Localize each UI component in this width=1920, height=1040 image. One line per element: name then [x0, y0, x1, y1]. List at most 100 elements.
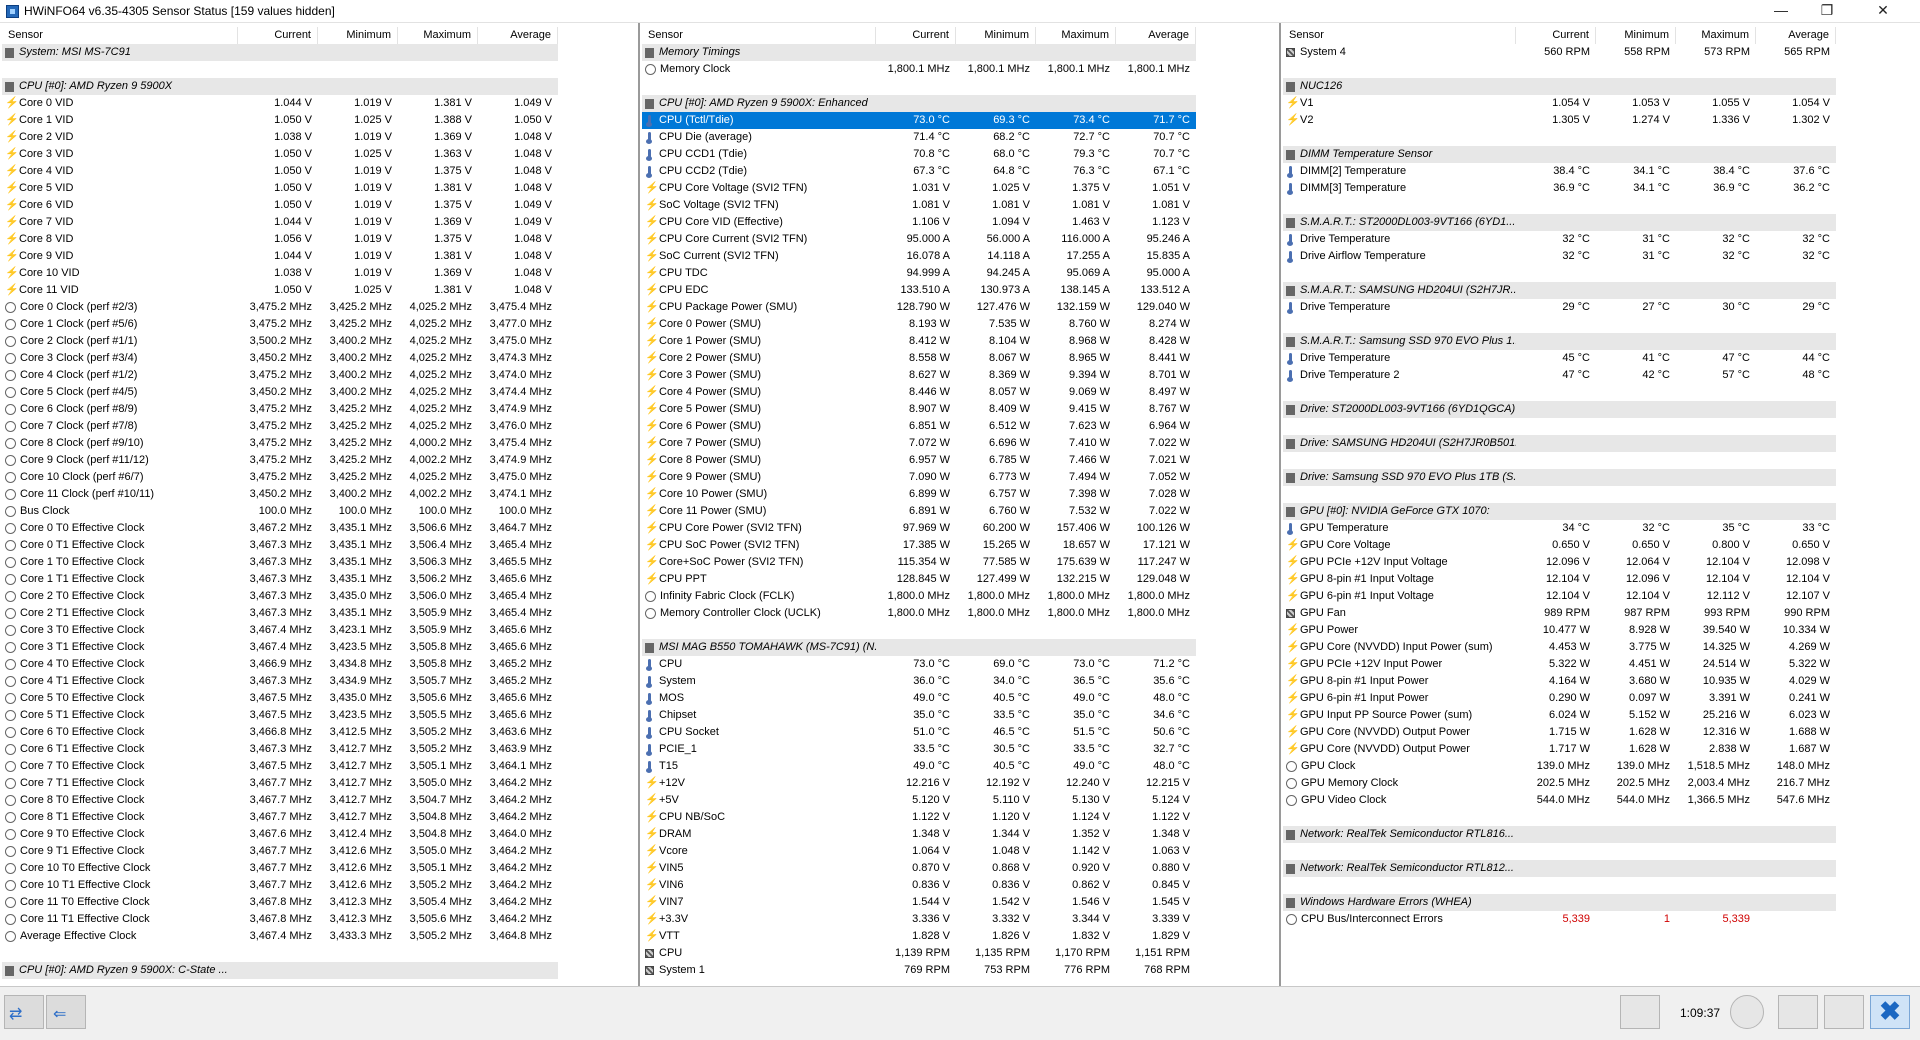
column-header-average[interactable]: Average	[1756, 27, 1836, 44]
sensor-row[interactable]: CPU PPT 128.845 W 127.499 W 132.215 W 129.04…	[642, 571, 1198, 588]
sensor-row[interactable]: Core 7 T1 Effective Clock 3,467.7 MHz 3,41…	[2, 775, 560, 792]
sensor-row[interactable]: GPU Video Clock 544.0 MHz 544.0 MHz 1,366.5…	[1283, 792, 1838, 809]
sensor-row[interactable]: Core 6 Clock (perf #8/9) 3,475.2 MHz 3,425…	[2, 401, 560, 418]
sensor-row[interactable]: Core 7 T0 Effective Clock 3,467.5 MHz 3,41…	[2, 758, 560, 775]
sensor-row[interactable]: Core 3 Power (SMU) 8.627 W 8.369 W 9.394 W 8…	[642, 367, 1198, 384]
sensor-row[interactable]: Core 2 VID 1.038 V 1.019 V 1.369 V 1.048 V	[2, 129, 560, 146]
column-header-current[interactable]: Current	[1516, 27, 1596, 44]
sensor-group-header[interactable]: CPU [#0]: AMD Ryzen 9 5900X	[2, 78, 560, 95]
sensor-row[interactable]: VIN5 0.870 V 0.868 V 0.920 V 0.880 V	[642, 860, 1198, 877]
sensor-row[interactable]: GPU Core (NVVDD) Output Power 1.717 W 1.62…	[1283, 741, 1838, 758]
sensor-row[interactable]: Memory Controller Clock (UCLK) 1,800.0 MH…	[642, 605, 1198, 622]
sensor-row[interactable]: CPU CCD2 (Tdie) 67.3 °C 64.8 °C 76.3 °C 67.1…	[642, 163, 1198, 180]
sensor-row[interactable]: T15 49.0 °C 40.5 °C 49.0 °C 48.0 °C	[642, 758, 1198, 775]
sensor-row[interactable]: Core 6 T1 Effective Clock 3,467.3 MHz 3,41…	[2, 741, 560, 758]
sensor-row[interactable]: CPU Core VID (Effective) 1.106 V 1.094 V 1.…	[642, 214, 1198, 231]
sensor-row[interactable]: Core 1 Power (SMU) 8.412 W 8.104 W 8.968 W 8…	[642, 333, 1198, 350]
sensor-row[interactable]: Core 1 T1 Effective Clock 3,467.3 MHz 3,43…	[2, 571, 560, 588]
sensor-row[interactable]: Core 5 Clock (perf #4/5) 3,450.2 MHz 3,400…	[2, 384, 560, 401]
sensor-group-header[interactable]: Memory Timings	[642, 44, 1198, 61]
panel-divider[interactable]	[1279, 23, 1281, 986]
sensor-row[interactable]: Drive Temperature 2 47 °C 42 °C 57 °C 48 °C	[1283, 367, 1838, 384]
sensor-row[interactable]: Core 2 Power (SMU) 8.558 W 8.067 W 8.965 W 8…	[642, 350, 1198, 367]
sensor-row[interactable]: Drive Temperature 32 °C 31 °C 32 °C 32 °C	[1283, 231, 1838, 248]
sensor-group-header[interactable]: CPU [#0]: AMD Ryzen 9 5900X: Enhanced	[642, 95, 1198, 112]
sensor-row[interactable]: Core 7 Power (SMU) 7.072 W 6.696 W 7.410 W 7…	[642, 435, 1198, 452]
sensor-group-header[interactable]: S.M.A.R.T.: SAMSUNG HD204UI (S2H7JR...	[1283, 282, 1838, 299]
sensor-row[interactable]: CPU Die (average) 71.4 °C 68.2 °C 72.7 °C 70…	[642, 129, 1198, 146]
sensor-row[interactable]: Core 4 Clock (perf #1/2) 3,475.2 MHz 3,400…	[2, 367, 560, 384]
sensor-row[interactable]: Core 7 Clock (perf #7/8) 3,475.2 MHz 3,425…	[2, 418, 560, 435]
sensor-row[interactable]: Core 4 T0 Effective Clock 3,466.9 MHz 3,43…	[2, 656, 560, 673]
sensor-row[interactable]: Core 2 T0 Effective Clock 3,467.3 MHz 3,43…	[2, 588, 560, 605]
sensor-row[interactable]: Core 2 T1 Effective Clock 3,467.3 MHz 3,43…	[2, 605, 560, 622]
sensor-row[interactable]: Core 5 T1 Effective Clock 3,467.5 MHz 3,42…	[2, 707, 560, 724]
sensor-row[interactable]: GPU Input PP Source Power (sum) 6.024 W 5.…	[1283, 707, 1838, 724]
sensor-row[interactable]: Core 6 T0 Effective Clock 3,466.8 MHz 3,41…	[2, 724, 560, 741]
column-header-maximum[interactable]: Maximum	[1676, 27, 1756, 44]
sensor-row[interactable]: GPU 8-pin #1 Input Voltage 12.104 V 12.096…	[1283, 571, 1838, 588]
sensor-row[interactable]: Average Effective Clock 3,467.4 MHz 3,433.…	[2, 928, 560, 945]
sensor-row[interactable]: GPU 6-pin #1 Input Voltage 12.104 V 12.104…	[1283, 588, 1838, 605]
column-header-maximum[interactable]: Maximum	[398, 27, 478, 44]
sensor-row[interactable]: +3.3V 3.336 V 3.332 V 3.344 V 3.339 V	[642, 911, 1198, 928]
sensor-row[interactable]: Core 4 Power (SMU) 8.446 W 8.057 W 9.069 W 8…	[642, 384, 1198, 401]
sensor-row[interactable]: Chipset 35.0 °C 33.5 °C 35.0 °C 34.6 °C	[642, 707, 1198, 724]
sensor-row[interactable]: V2 1.305 V 1.274 V 1.336 V 1.302 V	[1283, 112, 1838, 129]
sensor-row[interactable]: Core 4 VID 1.050 V 1.019 V 1.375 V 1.048 V	[2, 163, 560, 180]
sensor-row[interactable]: GPU Temperature 34 °C 32 °C 35 °C 33 °C	[1283, 520, 1838, 537]
sensor-row[interactable]: Core 2 Clock (perf #1/1) 3,500.2 MHz 3,400…	[2, 333, 560, 350]
minimize-button[interactable]: —	[1758, 0, 1804, 22]
sensor-row[interactable]: Core 11 T1 Effective Clock 3,467.8 MHz 3,4…	[2, 911, 560, 928]
sensor-row[interactable]: GPU Power 10.477 W 8.928 W 39.540 W 10.334 W	[1283, 622, 1838, 639]
sensor-row[interactable]: GPU Core (NVVDD) Input Power (sum) 4.453 …	[1283, 639, 1838, 656]
column-header-minimum[interactable]: Minimum	[318, 27, 398, 44]
sensor-row[interactable]: Core 9 T0 Effective Clock 3,467.6 MHz 3,41…	[2, 826, 560, 843]
sensor-row[interactable]: Core 6 Power (SMU) 6.851 W 6.512 W 7.623 W 6…	[642, 418, 1198, 435]
sensor-row[interactable]: Core 8 T0 Effective Clock 3,467.7 MHz 3,41…	[2, 792, 560, 809]
column-header-average[interactable]: Average	[1116, 27, 1196, 44]
panel-divider[interactable]	[638, 23, 640, 986]
sensor-row[interactable]: VIN7 1.544 V 1.542 V 1.546 V 1.545 V	[642, 894, 1198, 911]
sensor-group-header[interactable]: GPU [#0]: NVIDIA GeForce GTX 1070:	[1283, 503, 1838, 520]
settings-icon[interactable]	[1824, 995, 1864, 1029]
sensor-row[interactable]: Core 9 VID 1.044 V 1.019 V 1.381 V 1.048 V	[2, 248, 560, 265]
sensor-row[interactable]: Core 3 T0 Effective Clock 3,467.4 MHz 3,42…	[2, 622, 560, 639]
sensor-row[interactable]: Drive Temperature 45 °C 41 °C 47 °C 44 °C	[1283, 350, 1838, 367]
sensor-row[interactable]: Core 10 Clock (perf #6/7) 3,475.2 MHz 3,42…	[2, 469, 560, 486]
sensor-row[interactable]: Core 1 Clock (perf #5/6) 3,475.2 MHz 3,425…	[2, 316, 560, 333]
clock-icon[interactable]	[1730, 995, 1764, 1029]
sensor-row[interactable]: Core 8 Clock (perf #9/10) 3,475.2 MHz 3,42…	[2, 435, 560, 452]
sensor-row[interactable]: GPU PCIe +12V Input Power 5.322 W 4.451 W 2…	[1283, 656, 1838, 673]
sensor-row[interactable]: Core 7 VID 1.044 V 1.019 V 1.369 V 1.049 V	[2, 214, 560, 231]
sensor-row[interactable]: Core+SoC Power (SVI2 TFN) 115.354 W 77.585…	[642, 554, 1198, 571]
sensor-row[interactable]: Core 11 Clock (perf #10/11) 3,450.2 MHz 3,…	[2, 486, 560, 503]
sensor-row[interactable]: DRAM 1.348 V 1.344 V 1.352 V 1.348 V	[642, 826, 1198, 843]
sensor-group-header[interactable]: DIMM Temperature Sensor	[1283, 146, 1838, 163]
sensor-row[interactable]: CPU CCD1 (Tdie) 70.8 °C 68.0 °C 79.3 °C 70.7…	[642, 146, 1198, 163]
sensor-row[interactable]: +5V 5.120 V 5.110 V 5.130 V 5.124 V	[642, 792, 1198, 809]
sensor-row[interactable]: Core 0 Clock (perf #2/3) 3,475.2 MHz 3,425…	[2, 299, 560, 316]
column-header-maximum[interactable]: Maximum	[1036, 27, 1116, 44]
sensor-row[interactable]: GPU Core Voltage 0.650 V 0.650 V 0.800 V 0.6…	[1283, 537, 1838, 554]
column-header-minimum[interactable]: Minimum	[956, 27, 1036, 44]
close-window-button[interactable]: ✕	[1850, 0, 1916, 22]
sensor-row[interactable]: Core 5 VID 1.050 V 1.019 V 1.381 V 1.048 V	[2, 180, 560, 197]
sensor-group-header[interactable]: CPU [#0]: AMD Ryzen 9 5900X: C-State ...	[2, 962, 560, 979]
sensor-panel-left[interactable]: Sensor Current Minimum Maximum Average System…	[2, 27, 560, 986]
sensor-row[interactable]: GPU Core (NVVDD) Output Power 1.715 W 1.62…	[1283, 724, 1838, 741]
sensor-row[interactable]: Core 1 VID 1.050 V 1.025 V 1.388 V 1.050 V	[2, 112, 560, 129]
report-icon[interactable]	[1778, 995, 1818, 1029]
sensor-row[interactable]: Core 0 Power (SMU) 8.193 W 7.535 W 8.760 W 8…	[642, 316, 1198, 333]
sensor-row[interactable]: Drive Temperature 29 °C 27 °C 30 °C 29 °C	[1283, 299, 1838, 316]
network-icon[interactable]	[1620, 995, 1660, 1029]
sensor-row[interactable]: +12V 12.216 V 12.192 V 12.240 V 12.215 V	[642, 775, 1198, 792]
sensor-row[interactable]: Core 3 T1 Effective Clock 3,467.4 MHz 3,42…	[2, 639, 560, 656]
column-header-sensor[interactable]: Sensor	[1283, 27, 1516, 44]
sensor-panel-right[interactable]: Sensor Current Minimum Maximum Average System…	[1283, 27, 1838, 986]
sensor-group-header[interactable]: Drive: ST2000DL003-9VT166 (6YD1QGCA)	[1283, 401, 1838, 418]
sensor-panel-middle[interactable]: Sensor Current Minimum Maximum Average Memory…	[642, 27, 1198, 986]
sensor-row[interactable]: VIN6 0.836 V 0.836 V 0.862 V 0.845 V	[642, 877, 1198, 894]
sensor-row[interactable]: Core 9 Clock (perf #11/12) 3,475.2 MHz 3,4…	[2, 452, 560, 469]
sensor-row[interactable]: CPU Core Voltage (SVI2 TFN) 1.031 V 1.025 …	[642, 180, 1198, 197]
